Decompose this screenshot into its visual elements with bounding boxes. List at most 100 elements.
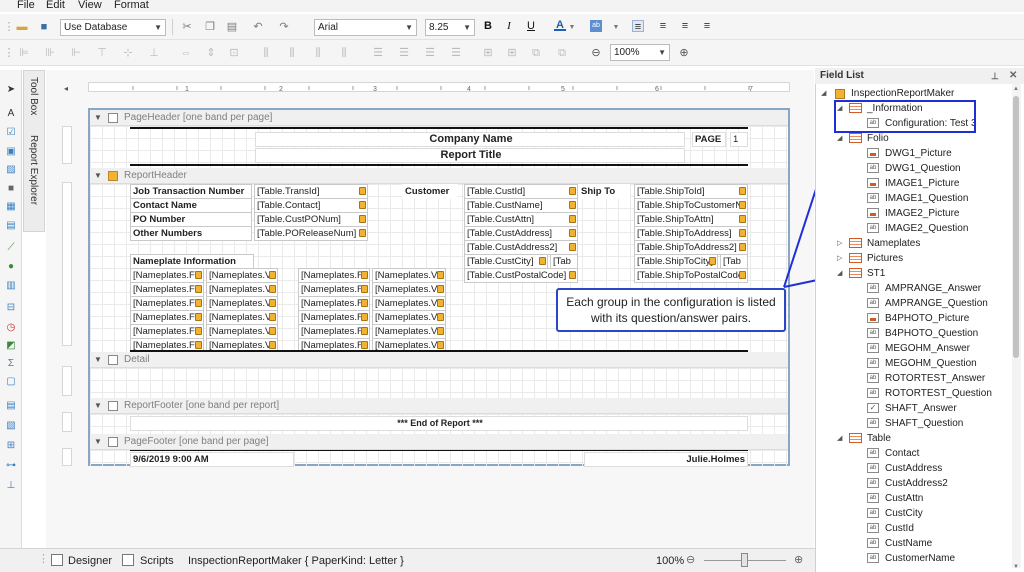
tree-field[interactable]: ab AMPRANGE_Question	[815, 296, 1010, 311]
text-field-icon: ab	[867, 418, 879, 428]
tree-field[interactable]: ab SHAFT_Question	[815, 416, 1010, 431]
table-icon	[849, 268, 862, 278]
tree-group[interactable]: ◢ Folio	[815, 131, 1010, 146]
expand-icon[interactable]: ▷	[837, 251, 842, 266]
tree-field[interactable]: ab CustCity	[815, 506, 1010, 521]
collapse-icon[interactable]: ◢	[837, 431, 842, 446]
tree-field[interactable]: ✓ SHAFT_Answer	[815, 401, 1010, 416]
expand-icon[interactable]: ◢	[821, 86, 826, 101]
tree-field[interactable]: IMAGE2_Picture	[815, 206, 1010, 221]
text-field-icon: ab	[867, 283, 879, 293]
picture-field-icon	[867, 178, 879, 188]
zoom-slider-thumb[interactable]	[741, 553, 748, 567]
field-list-title-text: Field List	[820, 70, 864, 81]
tree-item-label: SHAFT_Question	[885, 418, 964, 429]
tree-item-label: Contact	[885, 448, 920, 459]
datasource-icon	[835, 89, 845, 99]
field-list-title: Field List ⊥ ✕	[815, 68, 1024, 84]
table-icon	[849, 133, 862, 143]
tree-field[interactable]: ab DWG1_Question	[815, 161, 1010, 176]
field-tree: ◢ InspectionReportMaker ◢ _Information ab C…	[815, 86, 1010, 572]
text-field-icon: ab	[867, 448, 879, 458]
tree-field[interactable]: B4PHOTO_Picture	[815, 311, 1010, 326]
text-field-icon: ab	[867, 328, 879, 338]
tree-item-label: IMAGE2_Question	[885, 223, 969, 234]
zoom-out-icon[interactable]: ⊖	[686, 553, 695, 566]
text-field-icon: ab	[867, 163, 879, 173]
picture-field-icon	[867, 313, 879, 323]
tree-field[interactable]: ab IMAGE2_Question	[815, 221, 1010, 236]
tree-field[interactable]: DWG1_Picture	[815, 146, 1010, 161]
tree-item-label: DWG1_Question	[885, 163, 961, 174]
tree-group[interactable]: ◢ ST1	[815, 266, 1010, 281]
scroll-up-icon[interactable]: ▲	[1013, 86, 1019, 92]
tree-item-label: IMAGE1_Picture	[885, 178, 960, 189]
tree-field[interactable]: ab AMPRANGE_Answer	[815, 281, 1010, 296]
tree-field[interactable]: ab CustName	[815, 536, 1010, 551]
text-field-icon: ab	[867, 373, 879, 383]
highlight-box	[834, 100, 976, 133]
scroll-thumb[interactable]	[1013, 96, 1019, 358]
tree-item-label: AMPRANGE_Answer	[885, 283, 982, 294]
tree-item-label: MEGOHM_Answer	[885, 343, 971, 354]
expand-icon[interactable]: ▷	[837, 236, 842, 251]
text-field-icon: ab	[867, 343, 879, 353]
tree-field[interactable]: ab B4PHOTO_Question	[815, 326, 1010, 341]
tree-root[interactable]: ◢ InspectionReportMaker	[821, 86, 1001, 101]
tree-item-label: CustCity	[885, 508, 923, 519]
tree-item-label: B4PHOTO_Picture	[885, 313, 970, 324]
tree-field[interactable]: IMAGE1_Picture	[815, 176, 1010, 191]
text-field-icon: ab	[867, 538, 879, 548]
status-bar: ⋮ Designer Scripts InspectionReportMaker…	[0, 548, 815, 572]
tree-field[interactable]: ab CustomerName	[815, 551, 1010, 566]
collapse-icon[interactable]: ◢	[837, 131, 842, 146]
tree-field[interactable]: ab ROTORTEST_Question	[815, 386, 1010, 401]
tree-item-label: Nameplates	[867, 238, 921, 249]
tree-field[interactable]: ab CustAttn	[815, 491, 1010, 506]
callout-note: Each group in the configuration is liste…	[556, 288, 786, 332]
tree-item-label: CustAddress	[885, 463, 943, 474]
tree-field[interactable]: ab CustAddress2	[815, 476, 1010, 491]
tree-field[interactable]: ab CustId	[815, 521, 1010, 536]
text-field-icon: ab	[867, 298, 879, 308]
tree-item-label: CustomerName	[885, 553, 956, 564]
tree-field[interactable]: ab MEGOHM_Question	[815, 356, 1010, 371]
picture-field-icon	[867, 148, 879, 158]
close-icon[interactable]: ✕	[1009, 68, 1017, 84]
tree-item-label: IMAGE2_Picture	[885, 208, 960, 219]
checkbox-field-icon: ✓	[867, 403, 879, 413]
tree-group[interactable]: ◢ Table	[815, 431, 1010, 446]
tree-field[interactable]: ab CustAddress	[815, 461, 1010, 476]
scroll-down-icon[interactable]: ▼	[1013, 564, 1019, 570]
zoom-level: 100%	[656, 555, 685, 567]
text-field-icon: ab	[867, 553, 879, 563]
tree-field[interactable]: ab IMAGE1_Question	[815, 191, 1010, 206]
text-field-icon: ab	[867, 463, 879, 473]
collapse-icon[interactable]: ◢	[837, 266, 842, 281]
text-field-icon: ab	[867, 523, 879, 533]
scripts-tab[interactable]: Scripts	[140, 555, 174, 567]
tree-item-label: CustAddress2	[885, 478, 948, 489]
tree-field[interactable]: ab ROTORTEST_Answer	[815, 371, 1010, 386]
tree-item-label: B4PHOTO_Question	[885, 328, 979, 339]
tree-item-label: ST1	[867, 268, 886, 279]
text-field-icon: ab	[867, 358, 879, 368]
text-field-icon: ab	[867, 193, 879, 203]
table-icon	[849, 433, 862, 443]
picture-field-icon	[867, 208, 879, 218]
tree-group[interactable]: ▷ Nameplates	[815, 236, 1010, 251]
text-field-icon: ab	[867, 508, 879, 518]
tree-item-label: MEGOHM_Question	[885, 358, 977, 369]
zoom-in-icon[interactable]: ⊕	[794, 553, 803, 566]
text-field-icon: ab	[867, 223, 879, 233]
tree-item-label: SHAFT_Answer	[885, 403, 957, 414]
tree-field[interactable]: ab MEGOHM_Answer	[815, 341, 1010, 356]
tree-item-label: DWG1_Picture	[885, 148, 952, 159]
grip-icon: ⋮	[38, 553, 49, 565]
table-icon	[849, 253, 862, 263]
tree-field[interactable]: ab Contact	[815, 446, 1010, 461]
text-field-icon: ab	[867, 388, 879, 398]
tree-group[interactable]: ▷ Pictures	[815, 251, 1010, 266]
pin-icon[interactable]: ⊥	[991, 68, 999, 84]
designer-tab[interactable]: Designer	[68, 555, 112, 567]
